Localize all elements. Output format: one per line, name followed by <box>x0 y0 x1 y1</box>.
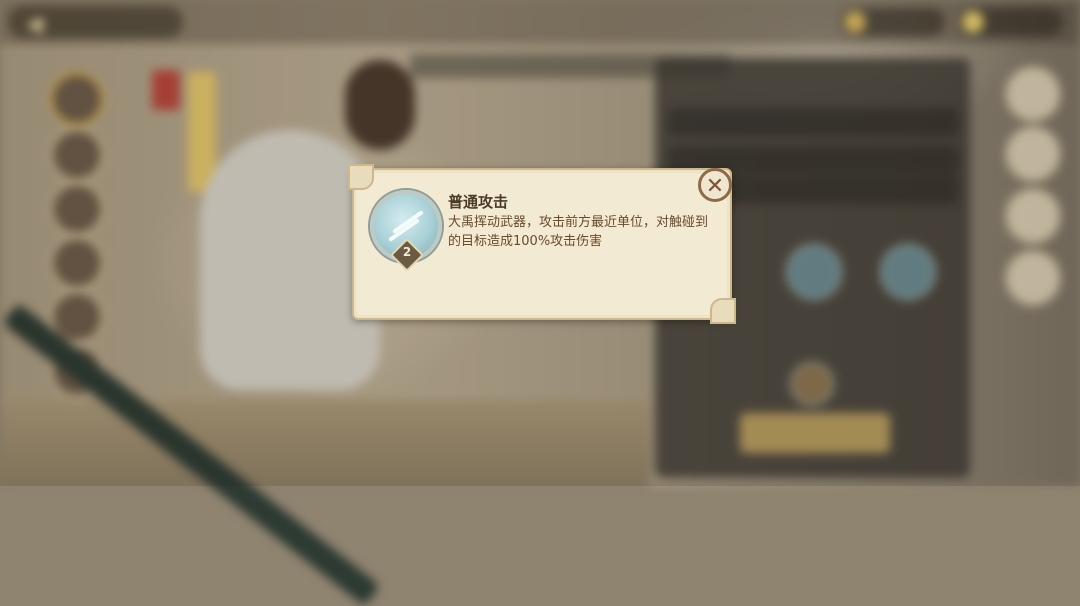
paper-curl-corner <box>710 298 736 324</box>
skill-level: 2 <box>402 245 412 259</box>
skill-name: 普通攻击 <box>448 193 509 211</box>
blade-shape <box>392 210 424 234</box>
close-icon[interactable]: ✕ <box>698 168 732 202</box>
paper-curl-corner <box>348 164 374 190</box>
skill-description: 大禹挥动武器，攻击前方最近单位，对触碰到的目标造成100%攻击伤害 <box>448 215 709 249</box>
